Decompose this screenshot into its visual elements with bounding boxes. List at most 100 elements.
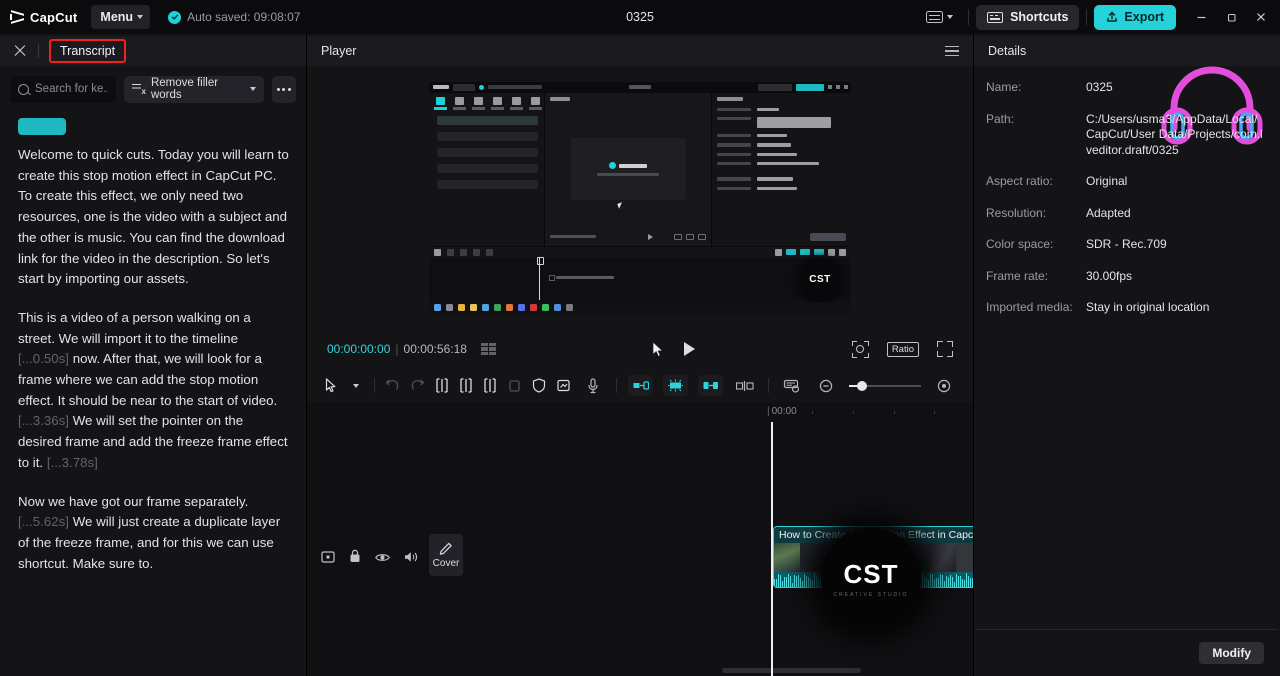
zoom-fit-icon[interactable]: [852, 341, 869, 358]
details-key: Aspect ratio:: [986, 174, 1086, 190]
close-button[interactable]: [1246, 2, 1276, 32]
waveform-bar: [964, 580, 965, 587]
waveform-bar: [778, 574, 779, 587]
waveform-bar: [802, 581, 803, 587]
search-input[interactable]: [35, 83, 108, 95]
zoom-slider-knob[interactable]: [857, 381, 867, 391]
ratio-button[interactable]: Ratio: [887, 342, 919, 357]
storyboard-icon[interactable]: [481, 343, 496, 356]
speaker-badge[interactable]: [18, 118, 66, 135]
crop-icon[interactable]: [552, 369, 576, 402]
player-stage: CST: [307, 66, 973, 329]
waveform-bar: [784, 577, 785, 587]
transcript-text: Welcome to quick cuts. Today you will le…: [18, 147, 289, 286]
details-header: Details: [974, 36, 1280, 66]
details-key: Path:: [986, 112, 1086, 159]
close-icon[interactable]: [12, 43, 28, 59]
transcript-text-body[interactable]: Welcome to quick cuts. Today you will le…: [0, 145, 306, 676]
waveform-bar: [956, 574, 957, 587]
waveform-bar: [816, 576, 817, 587]
cover-button[interactable]: Cover: [429, 534, 463, 576]
details-row: Imported media:Stay in original location: [986, 300, 1266, 316]
waveform-bar: [936, 578, 937, 587]
capcut-window: CapCut Menu Auto saved: 09:08:07 0325 Sh…: [0, 0, 1280, 676]
export-icon: [1106, 11, 1118, 23]
auto-cut-icon[interactable]: [628, 375, 653, 396]
waveform-bar: [810, 579, 811, 587]
menu-button[interactable]: Menu: [91, 5, 150, 29]
maximize-button[interactable]: [1216, 2, 1246, 32]
fullscreen-icon[interactable]: [937, 341, 953, 357]
delete-icon[interactable]: [503, 369, 527, 402]
mirror-shield-icon[interactable]: [527, 369, 551, 402]
video-preview[interactable]: CST: [429, 82, 851, 314]
volume-icon[interactable]: [404, 550, 418, 568]
transcript-paragraph[interactable]: Welcome to quick cuts. Today you will le…: [18, 145, 290, 290]
waveform-bar: [966, 573, 967, 587]
cst-watermark-tagline: CREATIVE STUDIO: [834, 592, 909, 598]
waveform-bar: [928, 580, 929, 587]
undo-icon[interactable]: [381, 369, 405, 402]
transcript-pause-marker: [...0.50s]: [18, 351, 69, 366]
zoom-slider[interactable]: [849, 385, 921, 387]
waveform-bar: [788, 574, 789, 587]
search-box[interactable]: [10, 76, 116, 103]
transcript-toolbar: x Remove filler words: [0, 66, 306, 112]
waveform-bar: [806, 576, 807, 588]
timeline-ruler[interactable]: 00:0000:3001:0001:30: [307, 402, 973, 422]
trim-right-icon[interactable]: [478, 369, 502, 402]
timeline-tracks: Cover How to Create Stop Motion Effect i…: [307, 422, 973, 676]
split-icon[interactable]: [429, 369, 453, 402]
export-button[interactable]: Export: [1094, 5, 1176, 30]
layout-switch-button[interactable]: [918, 7, 961, 27]
divider: [616, 378, 617, 393]
marker-icon[interactable]: [775, 369, 809, 402]
more-options-button[interactable]: [272, 76, 296, 103]
eye-icon[interactable]: [375, 550, 390, 568]
timecode-separator: |: [395, 342, 398, 356]
minimize-button[interactable]: [1186, 2, 1216, 32]
play-button[interactable]: [684, 342, 695, 356]
reverse-icon[interactable]: [698, 375, 723, 396]
timeline-horizontal-scrollbar[interactable]: [722, 668, 961, 673]
lock-icon[interactable]: [349, 549, 361, 568]
player-controls: 00:00:00:00 | 00:00:56:18 Ratio: [307, 329, 973, 369]
details-row: Aspect ratio:Original: [986, 174, 1266, 190]
shortcuts-button[interactable]: Shortcuts: [976, 5, 1079, 30]
waveform-bar: [926, 578, 927, 587]
current-timecode[interactable]: 00:00:00:00: [327, 342, 390, 356]
trim-left-icon[interactable]: [454, 369, 478, 402]
select-tool-dropdown-icon[interactable]: [343, 369, 367, 402]
total-timecode: 00:00:56:18: [404, 342, 467, 356]
microphone-icon[interactable]: [576, 369, 610, 402]
transcript-paragraph[interactable]: This is a video of a person walking on a…: [18, 308, 290, 474]
zoom-in-icon[interactable]: [927, 369, 961, 402]
freeze-frame-icon[interactable]: [663, 375, 688, 396]
timeline-playhead[interactable]: [771, 422, 773, 676]
keyframe-icon[interactable]: [321, 550, 335, 568]
ruler-tick: [853, 411, 854, 414]
waveform-bar: [970, 578, 971, 587]
transcript-text: Now we have got our frame separately.: [18, 494, 248, 509]
chevron-down-icon: [137, 15, 143, 19]
modify-button[interactable]: Modify: [1199, 642, 1264, 664]
transcript-panel: Transcript x Remove filler words Welcome…: [0, 34, 307, 676]
details-row: Color space:SDR - Rec.709: [986, 237, 1266, 253]
redo-icon[interactable]: [405, 369, 429, 402]
transcript-paragraph[interactable]: Now we have got our frame separately. [.…: [18, 492, 290, 575]
waveform-bar: [774, 579, 775, 587]
details-row: Name:0325: [986, 80, 1266, 96]
zoom-out-icon[interactable]: [809, 369, 843, 402]
details-value: 0325: [1086, 80, 1113, 96]
player-menu-icon[interactable]: [945, 46, 959, 56]
waveform-bar: [958, 576, 959, 587]
tab-transcript[interactable]: Transcript: [49, 39, 126, 63]
chevron-down-icon: [947, 15, 953, 19]
player-panel: Player: [307, 34, 973, 369]
zoom-slider-track[interactable]: [849, 385, 921, 387]
split-marker-icon[interactable]: [728, 369, 762, 402]
details-footer: Modify: [974, 630, 1280, 676]
select-tool-icon[interactable]: [319, 369, 343, 402]
remove-filler-words-button[interactable]: x Remove filler words: [124, 76, 264, 103]
waveform-bar: [934, 579, 935, 587]
